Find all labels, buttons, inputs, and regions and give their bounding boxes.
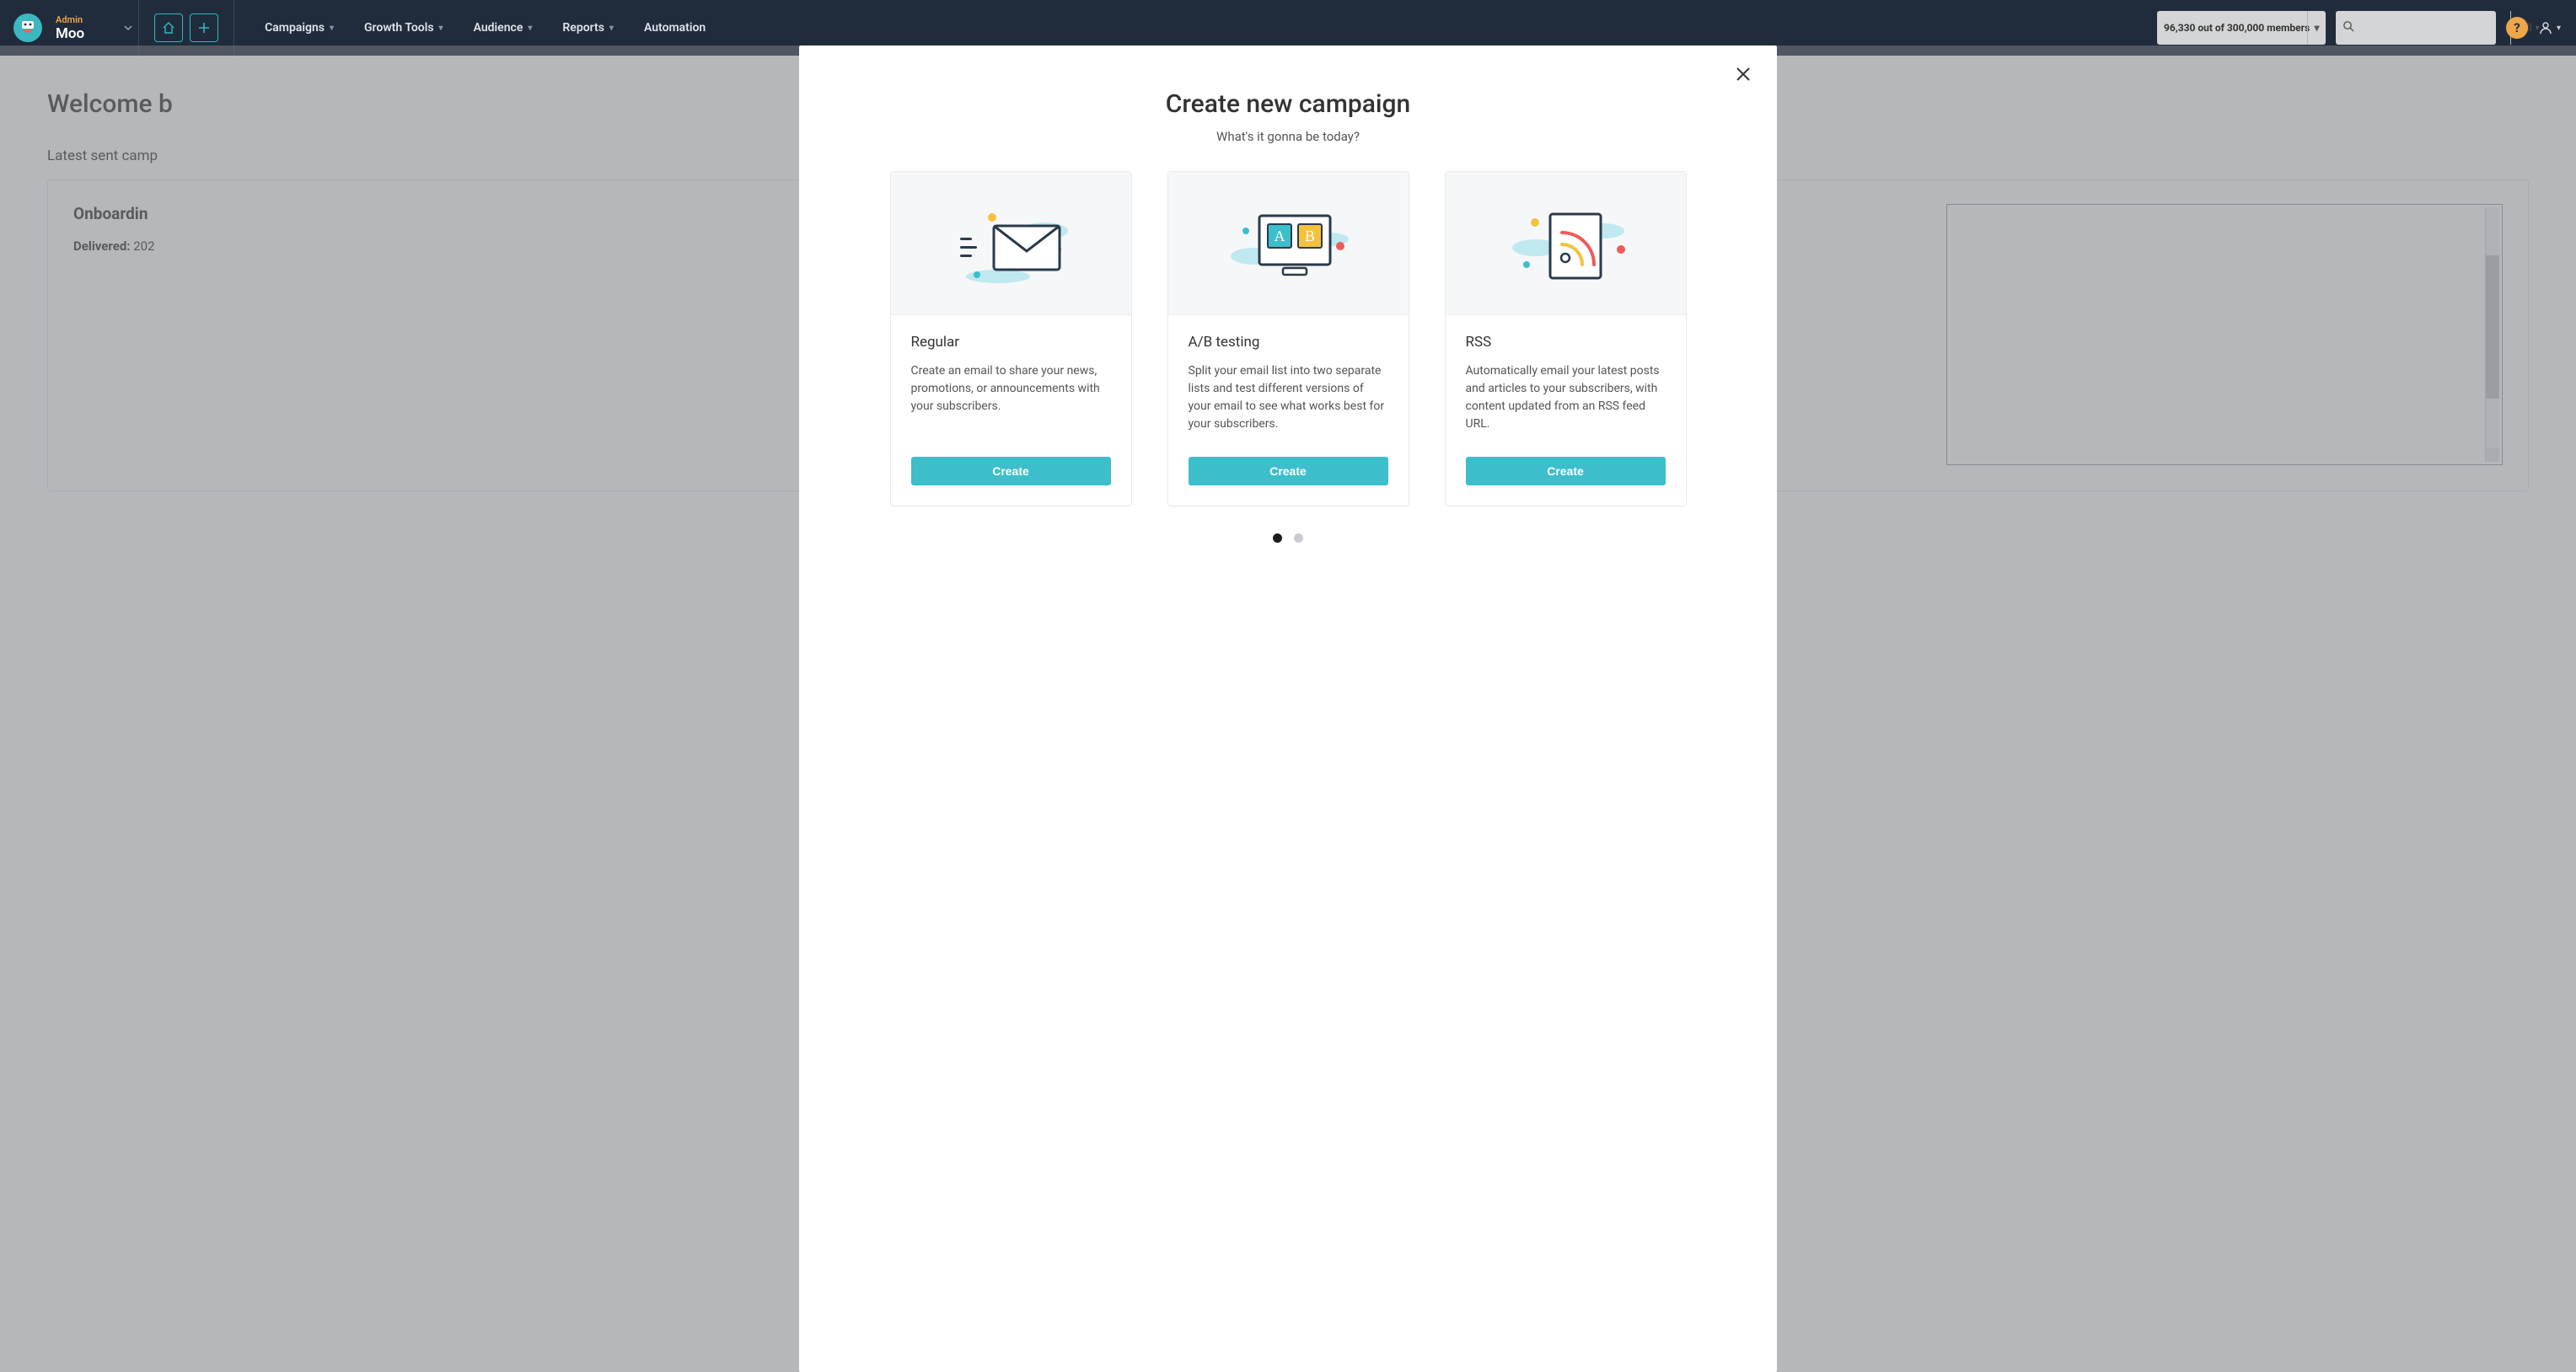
add-button[interactable] (190, 13, 218, 42)
brand-avatar (13, 13, 42, 42)
chevron-down-icon: ▾ (439, 24, 443, 33)
create-rss-button[interactable]: Create (1466, 457, 1666, 485)
create-regular-button[interactable]: Create (911, 457, 1111, 485)
modal-title: Create new campaign (833, 89, 1743, 119)
carousel-dot-2[interactable] (1294, 533, 1303, 543)
card-description: Split your email list into two separate … (1189, 362, 1388, 433)
nav-label: Audience (474, 21, 523, 35)
chevron-down-icon (123, 23, 133, 33)
card-regular: Regular Create an email to share your ne… (890, 171, 1132, 506)
nav-label: Reports (562, 21, 604, 35)
card-title: RSS (1466, 334, 1666, 351)
search-box: All ▾ (2336, 11, 2496, 45)
nav-reports[interactable]: Reports ▾ (562, 21, 614, 35)
nav-label: Campaigns (265, 21, 325, 35)
modal-overlay: Create new campaign What's it gonna be t… (0, 46, 2576, 1372)
close-button[interactable] (1735, 64, 1752, 88)
nav-automation[interactable]: Automation (644, 21, 706, 35)
topbar-right: 96,330 out of 300,000 members ▾ All ▾ ? … (2142, 11, 2576, 45)
chevron-down-icon: ▾ (609, 24, 614, 33)
svg-text:A: A (1275, 228, 1285, 244)
chevron-down-icon: ▾ (330, 24, 334, 33)
member-count-text: 96,330 out of 300,000 members (2164, 22, 2310, 34)
nav-growth-tools[interactable]: Growth Tools ▾ (364, 21, 443, 35)
nav-audience[interactable]: Audience ▾ (474, 21, 533, 35)
card-rss: RSS Automatically email your latest post… (1445, 171, 1687, 506)
card-title: A/B testing (1189, 334, 1388, 351)
member-count-dropdown[interactable]: 96,330 out of 300,000 members ▾ (2157, 11, 2326, 45)
card-description: Automatically email your latest posts an… (1466, 362, 1666, 433)
close-icon (1735, 66, 1752, 83)
user-menu[interactable]: ▾ (2538, 20, 2561, 35)
help-button[interactable]: ? (2506, 17, 2528, 39)
card-description: Create an email to share your news, prom… (911, 362, 1111, 433)
card-title: Regular (911, 334, 1111, 351)
home-button[interactable] (154, 13, 183, 42)
ab-illustration: A B (1168, 172, 1409, 315)
chevron-down-icon: ▾ (528, 24, 532, 33)
home-icon (162, 21, 175, 35)
search-input[interactable] (2361, 11, 2510, 45)
carousel-dot-1[interactable] (1273, 533, 1282, 543)
nav-label: Growth Tools (364, 21, 434, 35)
campaign-type-cards: Regular Create an email to share your ne… (833, 171, 1743, 506)
account-name: Moo (56, 25, 84, 42)
card-ab-testing: A B A/B testing Split your email list in… (1167, 171, 1409, 506)
rss-illustration (1446, 172, 1686, 315)
plus-icon (198, 22, 210, 34)
nav-label: Automation (644, 21, 706, 35)
nav-campaigns[interactable]: Campaigns ▾ (265, 21, 334, 35)
svg-text:B: B (1305, 228, 1315, 244)
create-ab-button[interactable]: Create (1189, 457, 1388, 485)
modal-subtitle: What's it gonna be today? (833, 129, 1743, 144)
chevron-down-icon: ▾ (2307, 11, 2326, 45)
regular-illustration (891, 172, 1131, 315)
carousel-dots (833, 533, 1743, 543)
create-campaign-modal: Create new campaign What's it gonna be t… (799, 46, 1777, 1372)
chevron-down-icon: ▾ (2557, 24, 2561, 33)
account-role: Admin (56, 14, 84, 25)
search-icon (2336, 20, 2361, 35)
user-icon (2538, 20, 2553, 35)
